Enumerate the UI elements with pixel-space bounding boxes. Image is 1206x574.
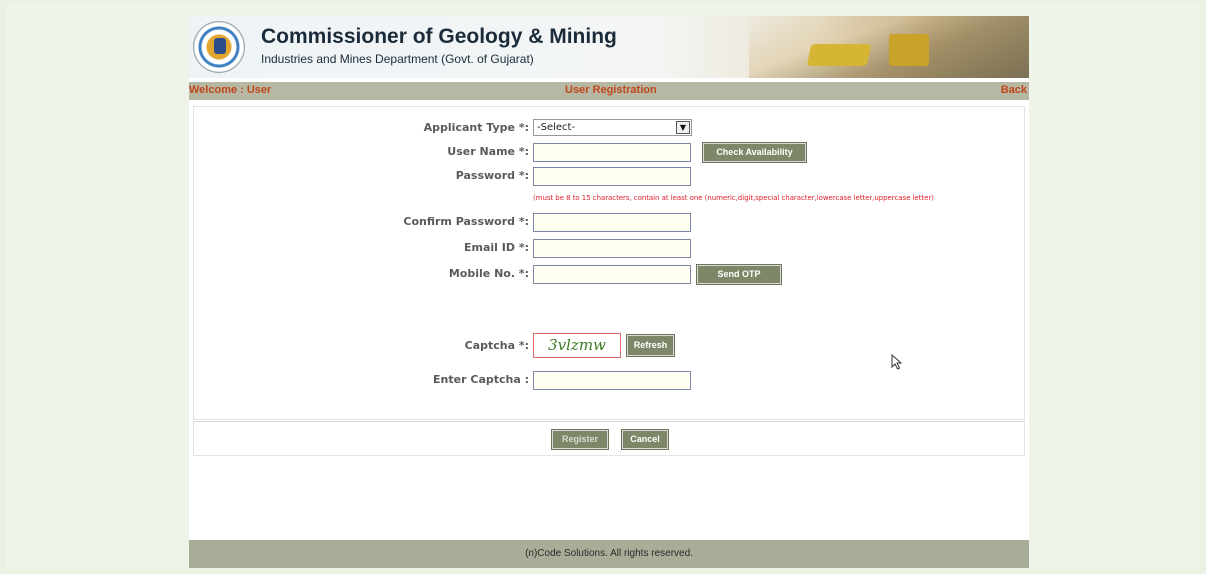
password-input[interactable] bbox=[533, 167, 691, 186]
logo-emblem-icon bbox=[214, 38, 226, 54]
password-row: Password *: bbox=[194, 167, 1026, 187]
mobile-row: Mobile No. *: Send OTP bbox=[194, 264, 1026, 285]
excavator-image bbox=[806, 44, 872, 66]
mouse-pointer-icon bbox=[891, 354, 903, 370]
email-row: Email ID *: bbox=[194, 239, 1026, 259]
applicant-type-label: Applicant Type *: bbox=[423, 121, 529, 134]
mobile-label: Mobile No. *: bbox=[448, 267, 529, 280]
back-link[interactable]: Back bbox=[1001, 84, 1027, 96]
user-name-row: User Name *: Check Availability bbox=[194, 142, 1026, 163]
page-title: User Registration bbox=[565, 84, 657, 96]
nav-bar: Welcome : User User Registration Back bbox=[189, 82, 1029, 100]
password-hint-row: (must be 8 to 15 characters, contain at … bbox=[194, 194, 1026, 204]
enter-captcha-input[interactable] bbox=[533, 371, 691, 390]
user-name-input[interactable] bbox=[533, 143, 691, 162]
applicant-type-selected: -Select- bbox=[537, 122, 576, 133]
email-label: Email ID *: bbox=[464, 241, 529, 254]
register-button[interactable]: Register bbox=[551, 429, 609, 450]
chevron-down-icon[interactable]: ▼ bbox=[676, 121, 690, 134]
password-label: Password *: bbox=[455, 169, 529, 182]
send-otp-button[interactable]: Send OTP bbox=[696, 264, 782, 285]
mobile-input[interactable] bbox=[533, 265, 691, 284]
captcha-label: Captcha *: bbox=[464, 339, 529, 352]
applicant-type-select[interactable]: -Select- ▼ bbox=[533, 119, 692, 136]
email-input[interactable] bbox=[533, 239, 691, 258]
enter-captcha-label: Enter Captcha : bbox=[433, 373, 529, 386]
registration-form: Applicant Type *: -Select- ▼ User Name *… bbox=[193, 106, 1025, 420]
welcome-user-text: Welcome : User bbox=[189, 84, 272, 96]
form-actions: Register Cancel bbox=[193, 422, 1025, 456]
password-hint: (must be 8 to 15 characters, contain at … bbox=[533, 194, 934, 202]
cancel-button[interactable]: Cancel bbox=[621, 429, 669, 450]
refresh-captcha-button[interactable]: Refresh bbox=[626, 334, 675, 357]
enter-captcha-row: Enter Captcha : bbox=[194, 371, 1026, 391]
confirm-password-row: Confirm Password *: bbox=[194, 213, 1026, 233]
site-header: Commissioner of Geology & Mining Industr… bbox=[189, 16, 1029, 78]
captcha-image: 3vlzmw bbox=[533, 333, 621, 358]
user-name-label: User Name *: bbox=[447, 145, 529, 158]
confirm-password-input[interactable] bbox=[533, 213, 691, 232]
department-logo bbox=[193, 21, 245, 73]
site-title: Commissioner of Geology & Mining bbox=[261, 25, 617, 48]
page-container: Commissioner of Geology & Mining Industr… bbox=[189, 16, 1029, 568]
confirm-password-label: Confirm Password *: bbox=[403, 215, 529, 228]
applicant-type-row: Applicant Type *: -Select- ▼ bbox=[194, 119, 1026, 139]
page-footer: (n)Code Solutions. All rights reserved. bbox=[189, 540, 1029, 568]
dump-truck-image bbox=[889, 34, 929, 66]
check-availability-button[interactable]: Check Availability bbox=[702, 142, 807, 163]
site-subtitle: Industries and Mines Department (Govt. o… bbox=[261, 52, 534, 66]
